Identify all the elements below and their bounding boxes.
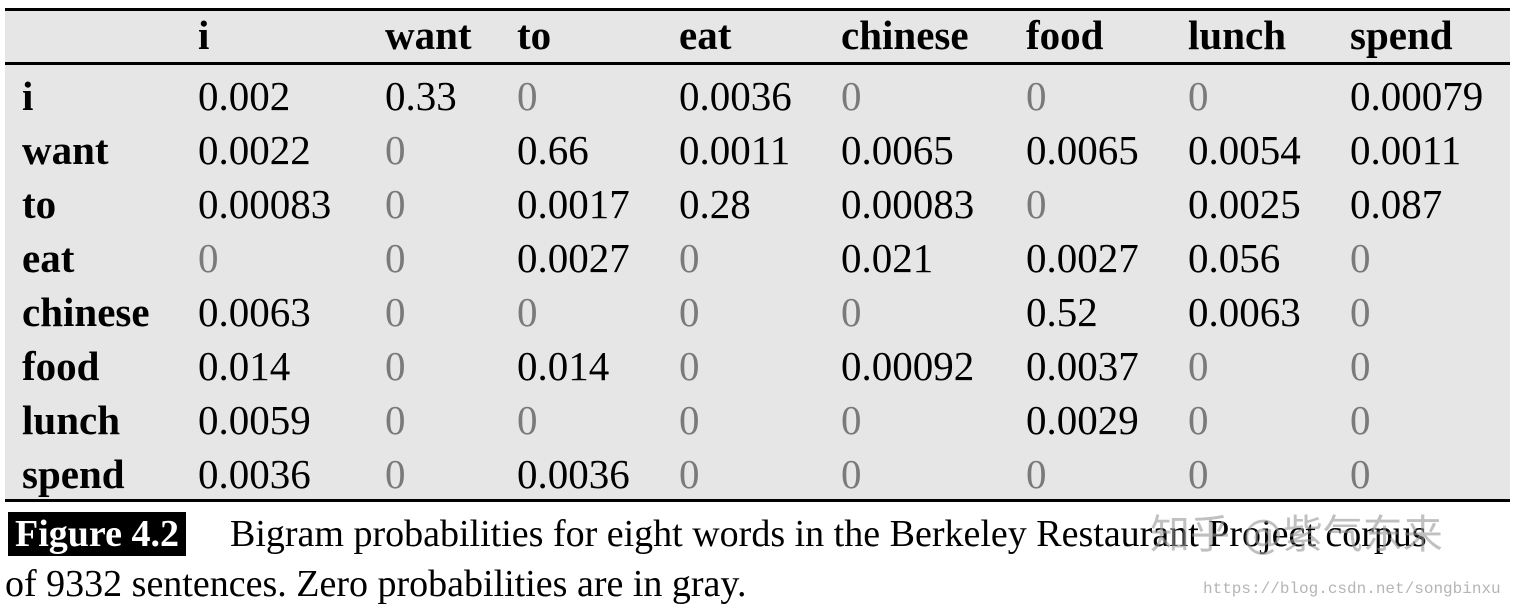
table-cell: 0 — [841, 73, 862, 119]
table-cell: 0.0017 — [517, 181, 630, 227]
table-cell: 0.0027 — [517, 235, 630, 281]
column-header: lunch — [1188, 12, 1286, 58]
table-row: spend 0.0036 0 0.0036 0 0 0 0 0 — [5, 447, 1510, 501]
table-cell: 0.0036 — [198, 451, 311, 497]
table-cell: 0 — [679, 397, 700, 443]
table-cell: 0 — [679, 451, 700, 497]
table-cell: 0 — [1350, 343, 1371, 389]
table-cell: 0 — [385, 127, 406, 173]
table-cell: 0.0011 — [679, 127, 791, 173]
row-label: lunch — [22, 397, 120, 443]
table-cell: 0 — [1026, 451, 1047, 497]
table-cell: 0.28 — [679, 181, 751, 227]
table-cell: 0 — [1026, 181, 1047, 227]
row-label: spend — [22, 451, 125, 497]
table-cell: 0 — [679, 235, 700, 281]
row-label: chinese — [22, 289, 150, 335]
table-cell: 0.0037 — [1026, 343, 1139, 389]
table-cell: 0.0029 — [1026, 397, 1139, 443]
table-cell: 0 — [841, 451, 862, 497]
table-cell: 0.0065 — [1026, 127, 1139, 173]
table-cell: 0 — [385, 181, 406, 227]
table-cell: 0 — [385, 235, 406, 281]
table-cell: 0 — [1350, 451, 1371, 497]
table-cell: 0 — [1026, 73, 1047, 119]
table-cell: 0 — [385, 397, 406, 443]
bigram-table: i want to eat chinese food lunch spend i 0.002 0.3… — [5, 8, 1510, 502]
table-cell: 0 — [1188, 343, 1209, 389]
table-cell: 0.0022 — [198, 127, 311, 173]
table-cell: 0.0054 — [1188, 127, 1301, 173]
table-cell: 0 — [1188, 397, 1209, 443]
table-cell: 0.00079 — [1350, 73, 1484, 119]
table-row: lunch 0.0059 0 0 0 0 0.0029 0 0 — [5, 393, 1510, 447]
table-cell: 0.0063 — [1188, 289, 1301, 335]
table-cell: 0 — [679, 343, 700, 389]
table-cell: 0.002 — [198, 73, 291, 119]
table-cell: 0.0036 — [517, 451, 630, 497]
row-label: food — [22, 343, 100, 389]
table-cell: 0 — [385, 451, 406, 497]
column-header: chinese — [841, 12, 969, 58]
table-cell: 0.0011 — [1350, 127, 1462, 173]
table-cell: 0 — [385, 289, 406, 335]
column-header: food — [1026, 12, 1104, 58]
column-header: i — [198, 12, 210, 58]
column-header: want — [385, 12, 472, 58]
table-cell: 0.0025 — [1188, 181, 1301, 227]
table-cell: 0.00083 — [198, 181, 332, 227]
table-row: chinese 0.0063 0 0 0 0 0.52 0.0063 0 — [5, 285, 1510, 339]
caption-line-2: of 9332 sentences. Zero probabilities ar… — [5, 563, 747, 605]
table-cell: 0 — [517, 73, 538, 119]
table-cell: 0 — [385, 343, 406, 389]
table-cell: 0.52 — [1026, 289, 1098, 335]
watermark-text: 知乎 @紫气东来 — [1150, 512, 1443, 558]
column-header: spend — [1350, 12, 1453, 58]
table-cell: 0 — [1188, 451, 1209, 497]
table-row: want 0.0022 0 0.66 0.0011 0.0065 0.0065 0.0054 0… — [5, 123, 1510, 177]
watermark-url: https://blog.csdn.net/songbinxu — [1203, 580, 1501, 598]
figure-label: Figure 4.2 — [8, 512, 186, 556]
table-cell: 0.0059 — [198, 397, 311, 443]
table-cell: 0.0063 — [198, 289, 311, 335]
table-cell: 0.021 — [841, 235, 934, 281]
table-cell: 0 — [198, 235, 219, 281]
table-cell: 0.056 — [1188, 235, 1281, 281]
table-cell: 0.0027 — [1026, 235, 1139, 281]
header-rule — [5, 62, 1510, 65]
table-cell: 0.66 — [517, 127, 589, 173]
table-cell: 0.0065 — [841, 127, 954, 173]
table-cell: 0 — [517, 397, 538, 443]
table-cell: 0.33 — [385, 73, 457, 119]
row-label: to — [22, 181, 57, 227]
table-cell: 0.087 — [1350, 181, 1443, 227]
row-label: eat — [22, 235, 75, 281]
table-row: i 0.002 0.33 0 0.0036 0 0 0 0.00079 — [5, 69, 1510, 123]
table-cell: 0.014 — [517, 343, 610, 389]
table-cell: 0 — [841, 397, 862, 443]
table-cell: 0 — [1350, 235, 1371, 281]
table-row: food 0.014 0 0.014 0 0.00092 0.0037 0 0 — [5, 339, 1510, 393]
column-header: eat — [679, 12, 732, 58]
table-cell: 0.0036 — [679, 73, 792, 119]
row-label: i — [22, 73, 34, 119]
column-header: to — [517, 12, 552, 58]
table-cell: 0 — [679, 289, 700, 335]
table-cell: 0.00083 — [841, 181, 975, 227]
table-cell: 0 — [1188, 73, 1209, 119]
table-row: to 0.00083 0 0.0017 0.28 0.00083 0 0.0025 0.087 — [5, 177, 1510, 231]
table-row: eat 0 0 0.0027 0 0.021 0.0027 0.056 0 — [5, 231, 1510, 285]
table-cell: 0.014 — [198, 343, 291, 389]
table-cell: 0 — [1350, 289, 1371, 335]
table-cell: 0 — [1350, 397, 1371, 443]
table-cell: 0.00092 — [841, 343, 975, 389]
row-label: want — [22, 127, 109, 173]
header-row: i want to eat chinese food lunch spend — [5, 8, 1510, 62]
table-cell: 0 — [841, 289, 862, 335]
table-cell: 0 — [517, 289, 538, 335]
